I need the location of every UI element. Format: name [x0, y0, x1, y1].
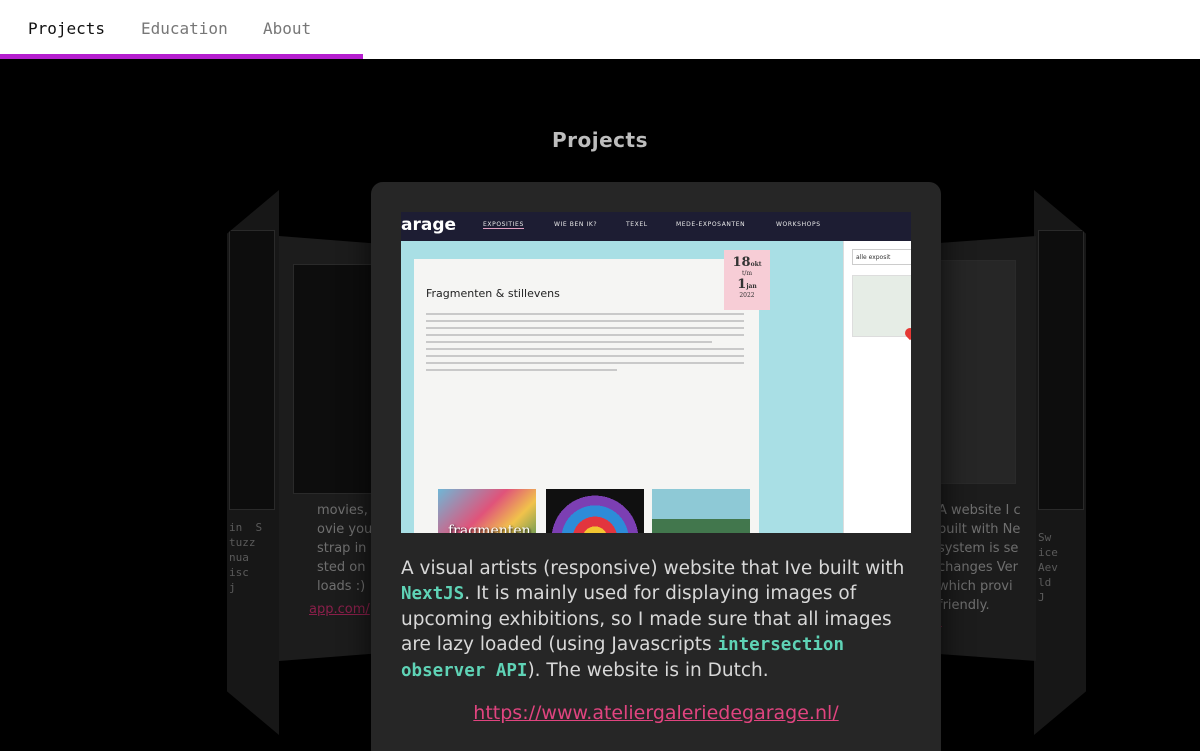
- screenshot-menu-item: TEXEL: [626, 221, 648, 228]
- screenshot-body-text: [426, 313, 744, 376]
- artwork-thumbnail: fragmenten &: [438, 489, 536, 533]
- screenshot-map: [852, 275, 911, 341]
- tab-education[interactable]: Education: [141, 19, 228, 38]
- artwork-thumbnail: [652, 489, 750, 533]
- top-nav: Projects Education About: [0, 0, 1200, 59]
- project-card-far-right[interactable]: Sw ice Aev ld J: [1034, 190, 1086, 735]
- project-description: A visual artists (responsive) website th…: [401, 558, 905, 681]
- project-card-far-left[interactable]: in S tuzz nua isc j: [227, 190, 279, 735]
- screenshot-heading: Fragmenten & stillevens: [426, 287, 560, 300]
- screenshot-content: Fragmenten & stillevens fragmenten &: [414, 259, 759, 533]
- project-screenshot: arage EXPOSITIES WIE BEN IK? TEXEL MEDE-…: [401, 212, 911, 533]
- screenshot-navbar: arage EXPOSITIES WIE BEN IK? TEXEL MEDE-…: [401, 212, 911, 241]
- project-link[interactable]: https://www.ateliergaleriedegarage.nl/: [371, 702, 941, 724]
- date-badge: 18okt t/m 1jan 2022: [724, 250, 770, 310]
- screenshot-menu-item: EXPOSITIES: [483, 221, 524, 229]
- screenshot-sidebar: alle exposit: [843, 241, 911, 533]
- active-tab-indicator: [0, 54, 363, 59]
- page-title: Projects: [551, 128, 648, 152]
- screenshot-logo: arage: [401, 215, 457, 235]
- screenshot-menu-item: WIE BEN IK?: [554, 221, 598, 228]
- tab-about[interactable]: About: [263, 19, 311, 38]
- project-description: A website I c built with Ne system is se…: [938, 503, 1021, 613]
- project-description: Sw ice Aev ld J: [1038, 531, 1058, 604]
- project-screenshot: [940, 260, 1016, 484]
- screenshot-menu-item: MEDE-EXPOSANTEN: [676, 221, 746, 228]
- project-screenshot: [229, 230, 275, 510]
- artwork-thumbnail: [546, 489, 644, 533]
- screenshot-menu-item: WORKSHOPS: [776, 221, 821, 228]
- project-screenshot: [1038, 230, 1084, 510]
- project-card-active[interactable]: arage EXPOSITIES WIE BEN IK? TEXEL MEDE-…: [371, 182, 941, 751]
- code-nextjs: NextJS: [401, 584, 465, 604]
- project-link[interactable]: app.com/: [309, 602, 370, 617]
- map-pin-icon: [902, 325, 911, 341]
- tab-projects[interactable]: Projects: [28, 19, 105, 38]
- screenshot-filter-select: alle exposit: [852, 249, 911, 265]
- project-description: movies, ovie you strap in sted on loads …: [317, 503, 373, 594]
- project-description: in S tuzz nua isc j: [229, 521, 263, 594]
